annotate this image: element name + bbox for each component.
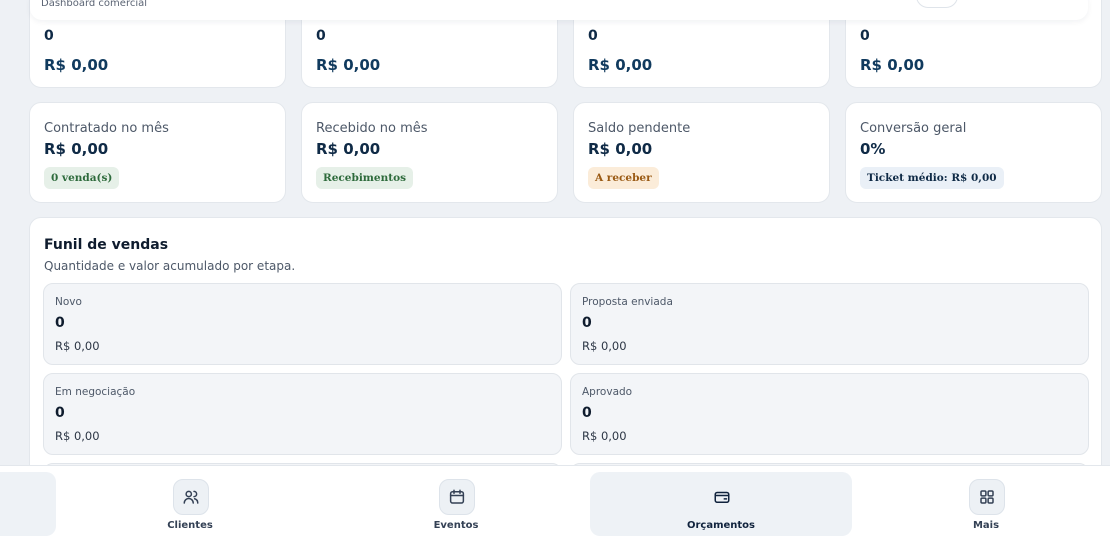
summary-count: 0 xyxy=(316,28,326,44)
stage-amount: R$ 0,00 xyxy=(582,429,627,443)
stat-value: R$ 0,00 xyxy=(44,140,109,158)
receipts-badge: Recebimentos xyxy=(316,167,414,189)
stat-card-contracted: Contratado no mês R$ 0,00 0 venda(s) xyxy=(29,102,286,203)
users-icon xyxy=(173,479,209,515)
nav-label: Eventos xyxy=(433,520,479,531)
stage-count: 0 xyxy=(55,405,65,421)
stage-name: Proposta enviada xyxy=(582,296,673,308)
calendar-icon xyxy=(439,479,475,515)
summary-count: 0 xyxy=(44,28,54,44)
nav-item-events[interactable]: Eventos xyxy=(325,472,587,536)
summary-count: 0 xyxy=(588,28,598,44)
nav-item-quotes[interactable]: Orçamentos xyxy=(590,472,852,536)
funnel-stage-proposal-sent: Proposta enviada 0 R$ 0,00 xyxy=(570,283,1089,365)
grid-icon xyxy=(969,479,1005,515)
sales-count-badge: 0 venda(s) xyxy=(44,167,120,189)
stat-label: Contratado no mês xyxy=(44,121,169,136)
summary-amount: R$ 0,00 xyxy=(44,56,109,74)
summary-count: 0 xyxy=(860,28,870,44)
stat-card-pending: Saldo pendente R$ 0,00 A receber xyxy=(573,102,830,203)
summary-amount: R$ 0,00 xyxy=(860,56,925,74)
stat-card-received: Recebido no mês R$ 0,00 Recebimentos xyxy=(301,102,558,203)
funnel-stage-approved: Aprovado 0 R$ 0,00 xyxy=(570,373,1089,455)
stat-card-conversion: Conversão geral 0% Ticket médio: R$ 0,00 xyxy=(845,102,1102,203)
summary-amount: R$ 0,00 xyxy=(588,56,653,74)
stage-count: 0 xyxy=(582,315,592,331)
wallet-icon xyxy=(704,479,740,515)
nav-label: Mais xyxy=(972,520,1000,531)
page-subtitle: Dashboard comercial xyxy=(41,0,148,9)
sales-funnel-panel: Funil de vendas Quantidade e valor acumu… xyxy=(29,217,1102,539)
stat-value: R$ 0,00 xyxy=(316,140,381,158)
stage-amount: R$ 0,00 xyxy=(55,339,100,353)
stage-name: Em negociação xyxy=(55,386,136,398)
header-action-button[interactable] xyxy=(916,0,958,8)
stage-count: 0 xyxy=(582,405,592,421)
stat-label: Saldo pendente xyxy=(588,121,691,136)
nav-item-clients[interactable]: Clientes xyxy=(59,472,321,536)
funnel-description: Quantidade e valor acumulado por etapa. xyxy=(44,259,296,273)
stage-count: 0 xyxy=(55,315,65,331)
stage-amount: R$ 0,00 xyxy=(582,339,627,353)
stage-name: Aprovado xyxy=(582,386,633,398)
nav-label: Orçamentos xyxy=(686,520,756,531)
stat-value: R$ 0,00 xyxy=(588,140,653,158)
average-ticket-badge: Ticket médio: R$ 0,00 xyxy=(860,167,1004,189)
stage-name: Novo xyxy=(55,296,82,308)
receivable-badge: A receber xyxy=(588,167,659,189)
funnel-title: Funil de vendas xyxy=(44,237,169,253)
stage-amount: R$ 0,00 xyxy=(55,429,100,443)
nav-item-more[interactable]: Mais xyxy=(855,472,1110,536)
funnel-stage-new: Novo 0 R$ 0,00 xyxy=(43,283,562,365)
funnel-stage-negotiation: Em negociação 0 R$ 0,00 xyxy=(43,373,562,455)
nav-label: Clientes xyxy=(167,520,213,531)
stat-label: Conversão geral xyxy=(860,121,967,136)
page-header: Dashboard comercial xyxy=(30,0,1088,20)
summary-amount: R$ 0,00 xyxy=(316,56,381,74)
bottom-navigation: Clientes Eventos Orçamentos Mais xyxy=(0,465,1110,539)
nav-item-partial[interactable] xyxy=(0,472,56,536)
stat-label: Recebido no mês xyxy=(316,121,428,136)
stat-value: 0% xyxy=(860,140,886,158)
